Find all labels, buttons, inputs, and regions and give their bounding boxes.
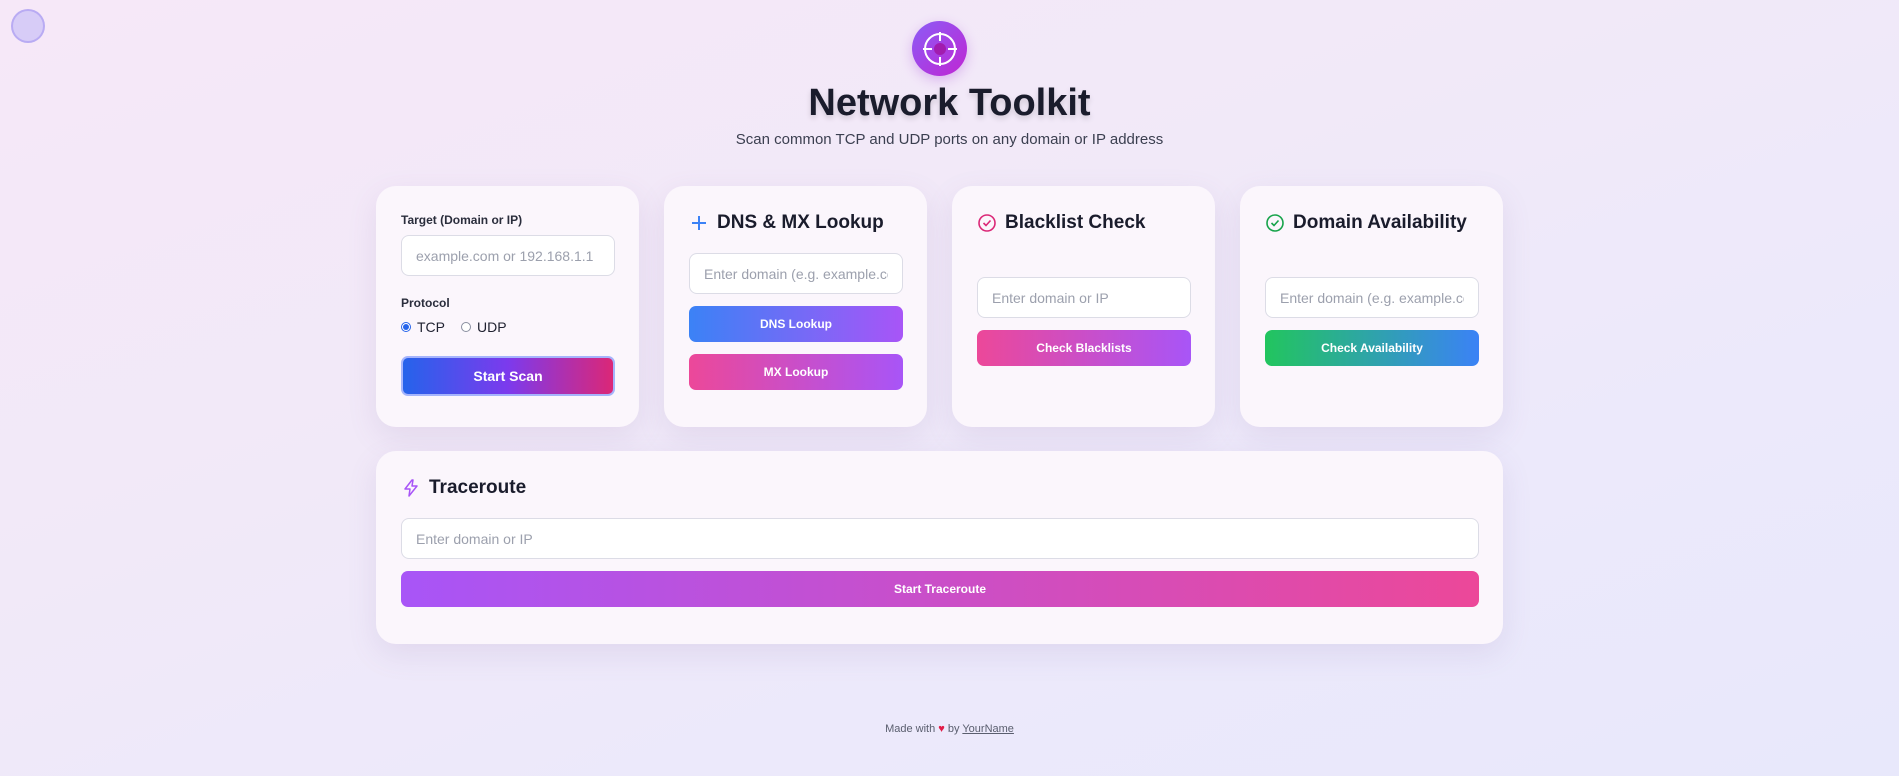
port-scan-card: Target (Domain or IP) Protocol TCP UDP S… (376, 186, 639, 427)
blacklist-input[interactable] (977, 277, 1191, 318)
dns-domain-input[interactable] (689, 253, 903, 294)
dns-mx-card: DNS & MX Lookup DNS Lookup MX Lookup (664, 186, 927, 427)
heart-icon: ♥ (938, 723, 945, 735)
dns-lookup-button[interactable]: DNS Lookup (689, 306, 903, 342)
traceroute-card: Traceroute Start Traceroute (376, 451, 1503, 644)
footer-by: by (947, 723, 960, 735)
tcp-radio[interactable] (401, 322, 411, 332)
author-link[interactable]: YourName (962, 723, 1014, 735)
mx-lookup-button[interactable]: MX Lookup (689, 354, 903, 390)
page-subtitle: Scan common TCP and UDP ports on any dom… (735, 131, 1164, 148)
udp-label: UDP (477, 319, 507, 335)
domain-availability-card: Domain Availability Check Availability (1240, 186, 1503, 427)
protocol-tcp-option[interactable]: TCP (401, 319, 445, 335)
footer-made-with: Made with (885, 723, 936, 735)
traceroute-input[interactable] (401, 518, 1479, 559)
check-blacklists-button[interactable]: Check Blacklists (977, 330, 1191, 366)
page-title: Network Toolkit (808, 82, 1091, 124)
tcp-label: TCP (417, 319, 445, 335)
protocol-label: Protocol (401, 296, 450, 310)
traceroute-title: Traceroute (429, 477, 527, 498)
domain-availability-input[interactable] (1265, 277, 1479, 318)
footer: Made with ♥ by YourName (0, 723, 1899, 735)
plus-icon (689, 213, 709, 233)
domain-availability-title: Domain Availability (1293, 212, 1467, 233)
blacklist-card-title: Blacklist Check (1005, 212, 1146, 233)
start-scan-button[interactable]: Start Scan (401, 356, 615, 396)
check-availability-button[interactable]: Check Availability (1265, 330, 1479, 366)
blacklist-card: Blacklist Check Check Blacklists (952, 186, 1215, 427)
udp-radio[interactable] (461, 322, 471, 332)
check-circle-icon (1265, 213, 1285, 233)
target-input[interactable] (401, 235, 615, 276)
start-traceroute-button[interactable]: Start Traceroute (401, 571, 1479, 607)
lightning-icon (401, 478, 421, 498)
check-circle-icon (977, 213, 997, 233)
crosshair-icon (912, 21, 967, 76)
target-label: Target (Domain or IP) (401, 213, 523, 227)
theme-toggle-orb[interactable] (11, 9, 45, 43)
protocol-udp-option[interactable]: UDP (461, 319, 507, 335)
dns-card-title: DNS & MX Lookup (717, 212, 884, 233)
